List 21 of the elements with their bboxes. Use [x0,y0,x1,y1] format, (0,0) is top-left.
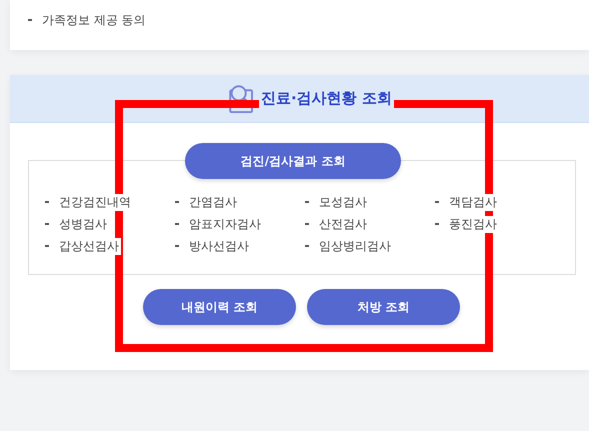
dash-mark [305,245,309,247]
dash-mark [28,19,32,21]
exam-link[interactable]: 객담검사 [449,194,499,210]
exam-link[interactable]: 갑상선검사 [59,238,121,254]
exam-results-button[interactable]: 검진/검사결과 조회 [185,143,401,179]
dash-mark [175,245,179,247]
dash-mark [45,201,49,203]
dash-mark [45,223,49,225]
dash-mark [175,201,179,203]
lookup-button[interactable]: 처방 조회 [307,289,460,325]
dash-mark [435,201,439,203]
dash-mark [435,223,439,225]
lookup-button[interactable]: 내원이력 조회 [143,289,296,325]
dash-mark [305,223,309,225]
magnifier-document-icon [229,84,254,112]
dash-mark [175,223,179,225]
dash-mark [305,201,309,203]
section-title: 진료·검사현황 조회 [259,89,394,108]
exam-link[interactable]: 풍진검사 [449,216,499,232]
dash-mark [45,245,49,247]
consent-item: 가족정보 제공 동의 [42,12,146,28]
